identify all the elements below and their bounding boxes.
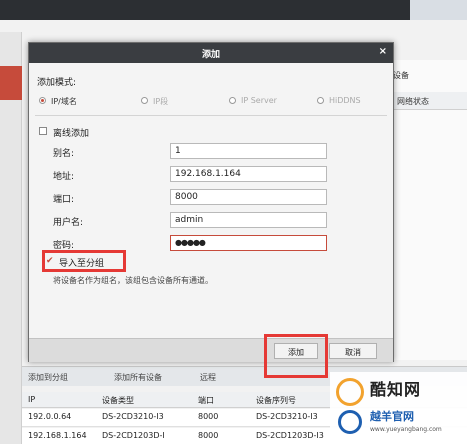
cell-port: 8000 (198, 431, 219, 440)
cell-ip: 192.168.1.164 (28, 431, 87, 440)
mode-ip-domain-label: IP/域名 (51, 97, 77, 106)
cell-device-type: DS-2CD1203D-I (102, 431, 165, 440)
col-serial[interactable]: 设备序列号 (256, 395, 296, 406)
add-button-highlight (264, 334, 328, 378)
username-input[interactable]: admin (170, 212, 327, 228)
watermark: 酷知网 越羊官网 www.yueyangbang.com (330, 372, 467, 444)
cell-serial: DS-2CD3210-I3 (256, 412, 318, 421)
dialog-title: 添加 (201, 50, 220, 60)
dialog-footer: 添加 取消 (29, 338, 393, 362)
left-panel (0, 32, 22, 444)
watermark-brand: 酷知网 (370, 380, 422, 399)
col-port[interactable]: 端口 (198, 395, 214, 406)
mode-hiddns-radio[interactable] (317, 97, 324, 104)
username-label: 用户名: (53, 218, 84, 228)
cancel-button[interactable]: 取消 (329, 343, 377, 359)
cell-device-type: DS-2CD3210-I3 (102, 412, 164, 421)
screen: 设备 网络状态 添加到分组 添加所有设备 远程 IP 设备类型 端口 设备序列号… (0, 0, 467, 444)
app-topbar (0, 0, 467, 20)
mode-ip-domain-radio[interactable] (39, 97, 46, 104)
add-to-group-button[interactable]: 添加到分组 (28, 372, 68, 383)
alias-input[interactable]: 1 (170, 143, 327, 159)
dialog-titlebar[interactable]: 添加 × (29, 43, 393, 63)
address-label: 地址: (53, 172, 75, 182)
close-icon[interactable]: × (379, 46, 387, 57)
mode-ip-server-label: IP Server (241, 96, 277, 105)
offline-add-label: 离线添加 (53, 129, 90, 139)
remote-button[interactable]: 远程 (200, 372, 216, 383)
network-status-header: 网络状态 (393, 92, 467, 110)
cell-ip: 192.0.0.64 (28, 412, 72, 421)
left-panel-active-item[interactable] (0, 66, 22, 100)
import-group-hint: 将设备名作为组名，该组包含设备所有通道。 (53, 276, 213, 285)
mode-ip-range-radio[interactable] (141, 97, 148, 104)
alias-label: 别名: (53, 149, 75, 159)
cell-port: 8000 (198, 412, 219, 421)
cell-serial: DS-2CD1203D-I3 (256, 431, 324, 440)
mode-hiddns-label: HiDDNS (329, 96, 361, 105)
add-device-dialog: 添加 × 添加模式: IP/域名 IP段 IP Server HiDDNS 离线… (28, 42, 394, 378)
right-device-button[interactable]: 设备 (393, 70, 409, 84)
right-panel: 设备 网络状态 (392, 60, 467, 360)
address-input[interactable]: 192.168.1.164 (170, 166, 327, 182)
add-all-devices-button[interactable]: 添加所有设备 (114, 372, 162, 383)
watermark-url: www.yueyangbang.com (370, 426, 442, 433)
add-mode-label: 添加模式: (37, 78, 77, 88)
watermark-logo-icon (336, 378, 364, 406)
port-input[interactable]: 8000 (170, 189, 327, 205)
col-ip[interactable]: IP (28, 395, 35, 404)
watermark-brand-2: 越羊官网 (370, 410, 414, 423)
port-label: 端口: (53, 195, 75, 205)
divider (35, 115, 387, 116)
password-input[interactable]: ●●●●● (170, 235, 327, 251)
mode-ip-server-radio[interactable] (229, 97, 236, 104)
mode-ip-range-label: IP段 (153, 97, 169, 106)
offline-add-checkbox[interactable] (39, 127, 47, 135)
app-topbar-dark (0, 0, 410, 20)
import-group-highlight (42, 250, 126, 272)
col-device-type[interactable]: 设备类型 (102, 395, 134, 406)
watermark-logo-2-icon (338, 410, 362, 434)
